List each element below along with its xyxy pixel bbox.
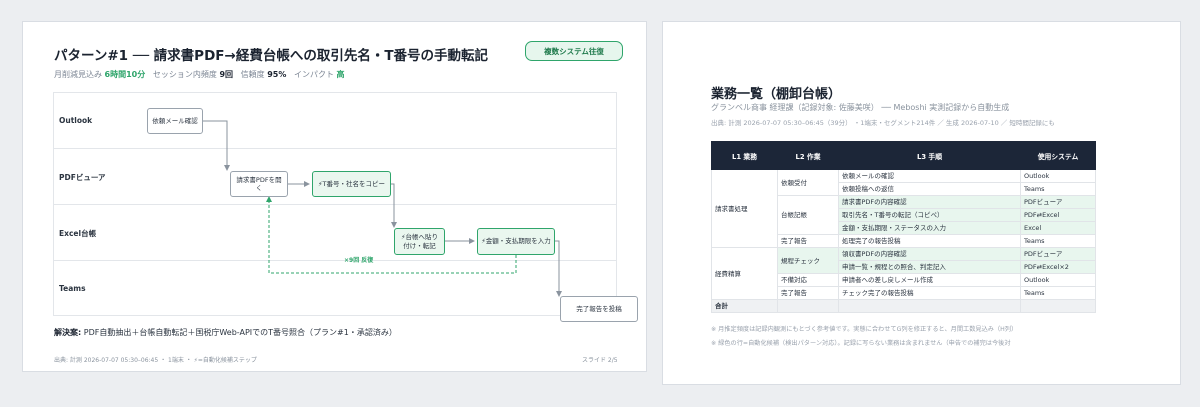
loop-count-label: ×9回 反復 xyxy=(344,257,374,264)
l3-cell: 取引先名・T番号の転記（コピペ） xyxy=(838,208,1021,222)
l1-cell: 経費精算 xyxy=(711,247,778,300)
business-table: L1 業務 L2 作業 L3 手順 使用システム 請求書処理 依頼受付 依頼メー… xyxy=(711,141,1096,313)
multi-system-badge: 複数システム往復 xyxy=(525,41,623,61)
system-cell: PDF⇄Excel×2 xyxy=(1020,260,1096,274)
l3-cell: 領収書PDFの内容確認 xyxy=(838,247,1021,261)
total-cell xyxy=(1020,299,1096,313)
table-header-row: L1 業務 L2 作業 L3 手順 使用システム xyxy=(711,141,1096,170)
l2-cell: 完了報告 xyxy=(777,286,839,300)
step-report-done: 完了報告を投稿 xyxy=(560,296,638,322)
system-cell: Outlook xyxy=(1020,169,1096,183)
l2-cell: 完了報告 xyxy=(777,234,839,248)
column-header: L1 業務 xyxy=(711,141,778,170)
total-label: 合計 xyxy=(711,299,778,313)
metrics-row: 月削減見込み 6時間10分 セッション内頻度 9回 信頼度 95% インパクト … xyxy=(54,69,345,80)
l3-cell: 申請一覧・規程との照合、判定記入 xyxy=(838,260,1021,274)
footnote-frequency: ※ 月推定頻度は記録内観測にもとづく参考値です。実態に合わせてG列を修正すると、… xyxy=(711,326,1018,333)
arrow-s3-s4 xyxy=(391,183,397,228)
column-header: L2 作業 xyxy=(777,141,839,170)
l2-cell: 不備対応 xyxy=(777,273,839,287)
system-cell: PDF⇄Excel xyxy=(1020,208,1096,222)
l3-cell: チェック完了の報告投稿 xyxy=(838,286,1021,300)
l2-cell: 規程チェック xyxy=(777,247,839,274)
confidence-label: 信頼度 xyxy=(240,70,265,79)
slide-pattern-1: パターン#1 ── 請求書PDF→経費台帳への取引先名・T番号の手動転記 複数シ… xyxy=(22,21,647,372)
slide-business-inventory: 業務一覧（棚卸台帳） グランベル商事 経理課（記録対象: 佐藤美咲） ── Me… xyxy=(662,21,1181,385)
slide-number: スライド 2/5 xyxy=(582,357,618,364)
l2-cell: 依頼受付 xyxy=(777,169,839,196)
footnote-green-rows: ※ 緑色の行=自動化候補（検出パターン対応）。記録に写らない業務は含まれません（… xyxy=(711,340,1011,347)
total-cell xyxy=(838,299,1021,313)
l3-cell: 処理完了の報告投稿 xyxy=(838,234,1021,248)
l3-cell: 申請者への差し戻しメール作成 xyxy=(838,273,1021,287)
l3-cell: 依頼メールの確認 xyxy=(838,169,1021,183)
impact-label: インパクト xyxy=(294,70,334,79)
l3-cell: 請求書PDFの内容確認 xyxy=(838,195,1021,209)
frequency-value: 9回 xyxy=(219,70,234,79)
arrow-s1-s2 xyxy=(203,120,230,171)
slide-footer-source: 出典: 計測 2026-07-07 05:30–06:45 ・ 1端末 ・ ⚡=… xyxy=(54,357,257,364)
solution-label: 解決案: xyxy=(54,328,82,337)
step-copy-tnumber: ⚡T番号・社名をコピー xyxy=(312,171,391,197)
step-open-invoice-pdf: 請求書PDFを開く xyxy=(230,171,288,197)
frequency-label: セッション内頻度 xyxy=(152,70,217,79)
arrow-s5-s6 xyxy=(555,240,562,297)
system-cell: Outlook xyxy=(1020,273,1096,287)
system-cell: Excel xyxy=(1020,221,1096,235)
table-total-row: 合計 xyxy=(711,299,1096,313)
system-cell: Teams xyxy=(1020,286,1096,300)
total-cell xyxy=(777,299,839,313)
step-enter-amount: ⚡金額・支払期限を入力 xyxy=(477,228,555,255)
l3-cell: 依頼投稿への返信 xyxy=(838,182,1021,196)
column-header: 使用システム xyxy=(1020,141,1096,170)
system-cell: Teams xyxy=(1020,182,1096,196)
reduction-value: 6時間10分 xyxy=(104,70,146,79)
confidence-value: 95% xyxy=(267,70,287,79)
swimlane-diagram: Outlook PDFビューア Excel台帳 Teams 依頼メール確認 請求… xyxy=(53,92,638,322)
table-row: 請求書処理 依頼受付 依頼メールの確認 Outlook xyxy=(711,169,1096,248)
system-cell: PDFビューア xyxy=(1020,195,1096,209)
column-header: L3 手順 xyxy=(838,141,1021,170)
solution-text: PDF自動抽出＋台帳自動転記＋国税庁Web-APIでのT番号照合（プラン#1・承… xyxy=(81,328,397,337)
l2-cell: 台帳記帳 xyxy=(777,195,839,235)
slide-source: 出典: 計測 2026-07-07 05:30–06:45（39分） ・1端末・… xyxy=(711,119,1055,127)
l3-cell: 金額・支払期限・ステータスの入力 xyxy=(838,221,1021,235)
impact-value: 高 xyxy=(336,70,345,79)
step-paste-ledger: ⚡台帳へ貼り付け・転記 xyxy=(394,228,445,255)
system-cell: PDFビューア xyxy=(1020,247,1096,261)
solution-line: 解決案: PDF自動抽出＋台帳自動転記＋国税庁Web-APIでのT番号照合（プラ… xyxy=(54,327,397,338)
slide-subtitle: グランベル商事 経理課（記録対象: 佐藤美咲） ── Meboshi 実測記録か… xyxy=(711,103,1010,112)
system-cell: Teams xyxy=(1020,234,1096,248)
slide-title: 業務一覧（棚卸台帳） xyxy=(711,87,842,102)
flow-arrows xyxy=(203,120,562,297)
l1-cell: 請求書処理 xyxy=(711,169,778,248)
reduction-label: 月削減見込み xyxy=(54,70,102,79)
slide-title: パターン#1 ── 請求書PDF→経費台帳への取引先名・T番号の手動転記 xyxy=(54,48,489,64)
step-check-request-mail: 依頼メール確認 xyxy=(147,108,203,134)
table-row-automation: 経費精算 規程チェック 領収書PDFの内容確認 PDFビューア xyxy=(711,247,1096,300)
